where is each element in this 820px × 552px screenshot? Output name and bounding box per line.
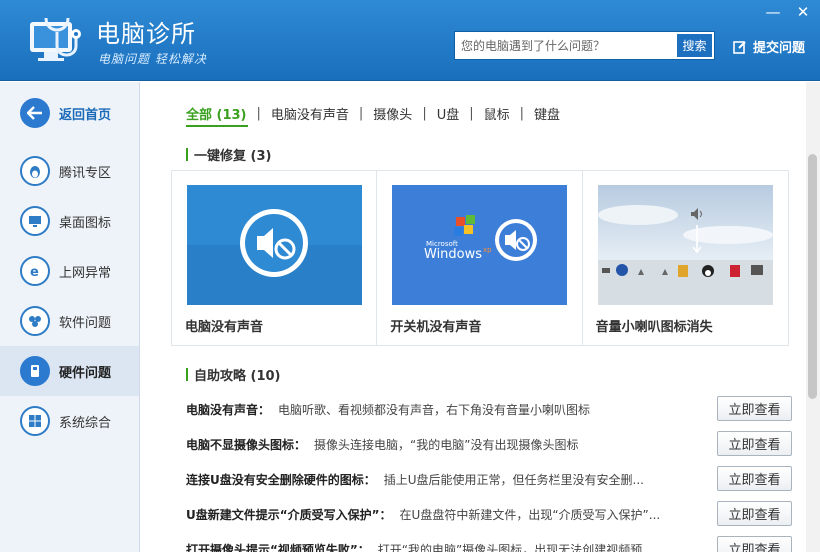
window-controls: — ✕ [764,4,812,20]
sidebar-item-label: 返回首页 [59,107,112,123]
quick-fix-card-startup-sound[interactable]: Microsoft Windows xp 开关机没有声音 [377,171,583,345]
quick-fix-card-volume-icon[interactable]: 音量小喇叭图标消失 [583,171,788,345]
sidebar-item-label: 桌面图标 [59,215,112,231]
windows-logo-text: Windows [424,247,482,262]
card-image [597,185,773,305]
sidebar-item-hardware[interactable]: 硬件问题 [0,346,139,396]
view-now-button[interactable]: 立即查看 [717,501,792,526]
main-content: 全部 (13) | 电脑没有声音 | 摄像头 | U盘 | 鼠标 | 键盘 一键… [141,82,806,552]
tab-usb[interactable]: U盘 [427,104,470,123]
sidebar: 返回首页 腾讯专区 桌面图标 e 上网异常 软件问题 硬件问题 系统综合 [0,82,140,552]
sidebar-item-label: 上网异常 [59,265,112,281]
list-item[interactable]: 电脑没有声音： 电脑听歌、看视频都没有声音，右下角没有音量小喇叭图标 立即查看 [186,396,796,422]
sidebar-item-desktop-icons[interactable]: 桌面图标 [0,196,139,246]
search-input[interactable] [455,32,675,59]
xp-edition-text: xp [483,246,492,254]
guide-desc: 插上U盘后能使用正常，但任务栏里没有安全删... [383,472,644,487]
sidebar-item-tencent[interactable]: 腾讯专区 [0,146,139,196]
minimize-button[interactable]: — [764,4,782,20]
sidebar-item-software[interactable]: 软件问题 [0,296,139,346]
view-now-button[interactable]: 立即查看 [717,536,792,552]
mute-speaker-icon [187,185,362,305]
view-now-button[interactable]: 立即查看 [717,396,792,421]
sidebar-item-network[interactable]: e 上网异常 [0,246,139,296]
sidebar-item-system[interactable]: 系统综合 [0,396,139,446]
sidebar-item-label: 系统综合 [59,415,112,431]
software-icon [20,306,50,336]
list-item[interactable]: 打开摄像头提示“视频预览失败”： 打开“我的电脑”摄像头图标，出现无法创建视频预… [186,536,796,552]
guide-title: 连接U盘没有安全删除硬件的图标： [186,472,376,487]
quick-fix-title: 一键修复 (3) [186,145,271,164]
list-item[interactable]: U盘新建文件提示“介质受写入保护”： 在U盘盘符中新建文件，出现“介质受写入保护… [186,501,796,527]
list-item[interactable]: 连接U盘没有安全删除硬件的图标： 插上U盘后能使用正常，但任务栏里没有安全删..… [186,466,796,492]
sidebar-item-label: 硬件问题 [59,365,112,381]
category-tabs: 全部 (13) | 电脑没有声音 | 摄像头 | U盘 | 鼠标 | 键盘 [186,104,570,123]
sidebar-item-label: 软件问题 [59,315,112,331]
card-image: Microsoft Windows xp [392,185,568,305]
search-button[interactable]: 搜索 [677,34,712,57]
tab-keyboard[interactable]: 键盘 [524,104,570,123]
hardware-icon [20,356,50,386]
tab-no-sound[interactable]: 电脑没有声音 [261,104,359,123]
guide-desc: 摄像头连接电脑，“我的电脑”没有出现摄像头图标 [314,437,579,452]
self-help-title: 自助攻略 (10) [186,365,281,384]
windows-xp-mute-icon: Microsoft Windows xp [392,185,568,305]
guide-title: 电脑没有声音： [186,402,271,417]
submit-question-button[interactable]: 提交问题 [733,37,805,56]
guide-desc: 打开“我的电脑”摄像头图标，出现无法创建视频预... [377,542,654,552]
qq-penguin-icon [20,156,50,186]
view-now-button[interactable]: 立即查看 [717,431,792,456]
windows-logo-icon [20,406,50,436]
svg-text:e: e [30,265,39,279]
guide-title: U盘新建文件提示“介质受写入保护”： [186,507,392,522]
active-tab-underline [186,125,248,127]
vertical-scrollbar[interactable] [806,82,820,552]
app-title: 电脑诊所 [96,20,196,48]
close-button[interactable]: ✕ [794,4,812,20]
ie-browser-icon: e [20,256,50,286]
submit-question-label: 提交问题 [753,41,806,56]
app-slogan: 电脑问题 轻松解决 [98,52,207,66]
guide-title: 打开摄像头提示“视频预览失败”： [186,542,370,552]
stethoscope-monitor-logo-icon [30,17,81,61]
tab-camera[interactable]: 摄像头 [363,104,422,123]
sidebar-item-home[interactable]: 返回首页 [0,88,139,138]
list-item[interactable]: 电脑不显摄像头图标： 摄像头连接电脑，“我的电脑”没有出现摄像头图标 立即查看 [186,431,796,457]
title-bar: 电脑诊所 电脑问题 轻松解决 — ✕ 搜索 提交问题 [0,0,820,81]
tab-mouse[interactable]: 鼠标 [474,104,520,123]
edit-icon [733,40,746,54]
guide-desc: 电脑听歌、看视频都没有声音，右下角没有音量小喇叭图标 [278,402,591,417]
quick-fix-card-no-sound[interactable]: 电脑没有声音 [172,171,378,345]
card-title: 电脑没有声音 [185,320,264,335]
sidebar-item-label: 腾讯专区 [59,165,112,181]
card-title: 音量小喇叭图标消失 [595,320,713,335]
quick-fix-cards: 电脑没有声音 Microsoft Windows xp 开关机没有声音 音量小喇… [171,170,789,346]
guide-desc: 在U盘盘符中新建文件，出现“介质受写入保护”... [399,507,661,522]
card-image [187,185,362,305]
card-title: 开关机没有声音 [390,320,482,335]
monitor-icon [20,206,50,236]
search-box: 搜索 [454,31,715,60]
view-now-button[interactable]: 立即查看 [717,466,792,491]
scrollbar-thumb[interactable] [808,154,817,399]
back-arrow-icon [20,98,50,128]
guide-title: 电脑不显摄像头图标： [186,437,307,452]
tab-all[interactable]: 全部 (13) [186,104,257,123]
taskbar-volume-screenshot-icon [597,185,773,305]
